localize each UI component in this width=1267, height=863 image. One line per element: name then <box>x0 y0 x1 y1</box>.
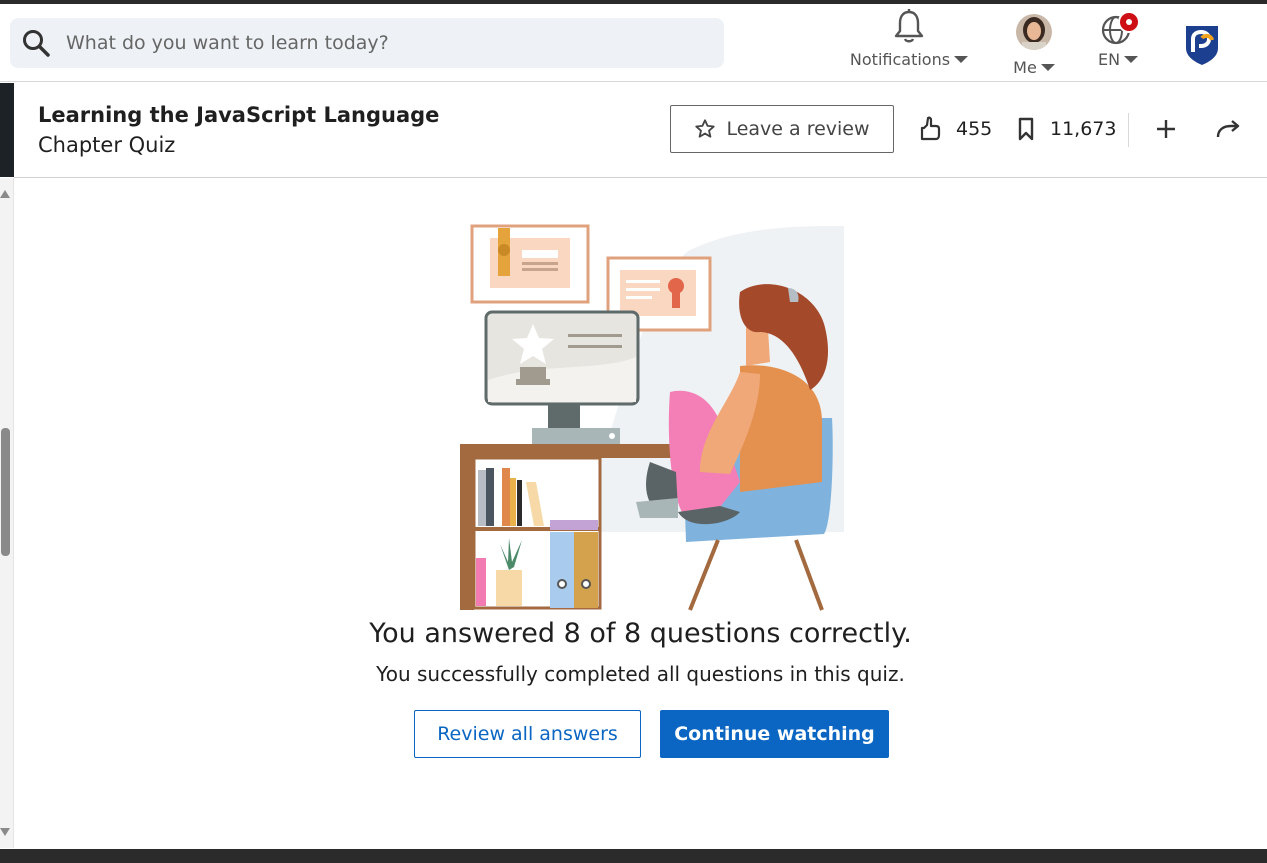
window-bottom-border <box>0 849 1267 863</box>
org-logo-icon[interactable] <box>1184 24 1220 66</box>
course-title: Learning the JavaScript Language <box>38 103 440 127</box>
quiz-result-message: You successfully completed all questions… <box>376 662 905 686</box>
notifications-menu[interactable]: Notifications <box>846 8 972 82</box>
me-menu[interactable]: Me <box>1002 8 1066 82</box>
search-input[interactable] <box>66 32 666 54</box>
scroll-down-arrow-icon[interactable] <box>0 828 10 836</box>
save-stat[interactable]: 11,673 <box>1016 105 1116 153</box>
add-to-collection-button[interactable] <box>1148 111 1184 147</box>
continue-watching-button[interactable]: Continue watching <box>660 710 889 758</box>
search-icon <box>23 30 50 57</box>
bookmark-icon <box>1018 117 1034 141</box>
share-button[interactable] <box>1210 111 1246 147</box>
leave-review-label: Leave a review <box>726 118 870 140</box>
scroll-up-arrow-icon[interactable] <box>0 190 10 198</box>
share-icon <box>1216 120 1240 138</box>
top-navigation-bar: Notifications Me EN <box>0 4 1267 82</box>
quiz-complete-illustration <box>460 224 844 611</box>
avatar <box>1016 14 1052 50</box>
scrollbar-thumb[interactable] <box>1 428 10 556</box>
course-header: Learning the JavaScript Language Chapter… <box>14 83 1267 178</box>
thumbs-up-icon <box>920 116 941 141</box>
notifications-label: Notifications <box>849 50 951 69</box>
chevron-down-icon <box>1124 56 1139 63</box>
notification-badge <box>1118 11 1140 33</box>
left-dark-strip <box>0 83 14 177</box>
search-bar[interactable] <box>10 18 724 68</box>
star-icon <box>695 119 716 138</box>
save-count: 11,673 <box>1050 118 1117 140</box>
course-subtitle: Chapter Quiz <box>38 133 176 157</box>
bell-icon <box>894 9 924 43</box>
plus-icon <box>1157 120 1175 138</box>
chevron-down-icon <box>954 56 969 63</box>
header-divider <box>1128 113 1129 147</box>
review-all-answers-button[interactable]: Review all answers <box>414 710 641 758</box>
language-label: EN <box>1097 50 1121 69</box>
quiz-result-headline: You answered 8 of 8 questions correctly. <box>369 618 912 649</box>
language-menu[interactable]: EN <box>1088 8 1148 82</box>
like-stat[interactable]: 455 <box>918 105 992 153</box>
like-count: 455 <box>956 118 993 140</box>
me-label: Me <box>1013 58 1037 77</box>
leave-review-button[interactable]: Leave a review <box>670 105 894 153</box>
chevron-down-icon <box>1040 64 1055 71</box>
